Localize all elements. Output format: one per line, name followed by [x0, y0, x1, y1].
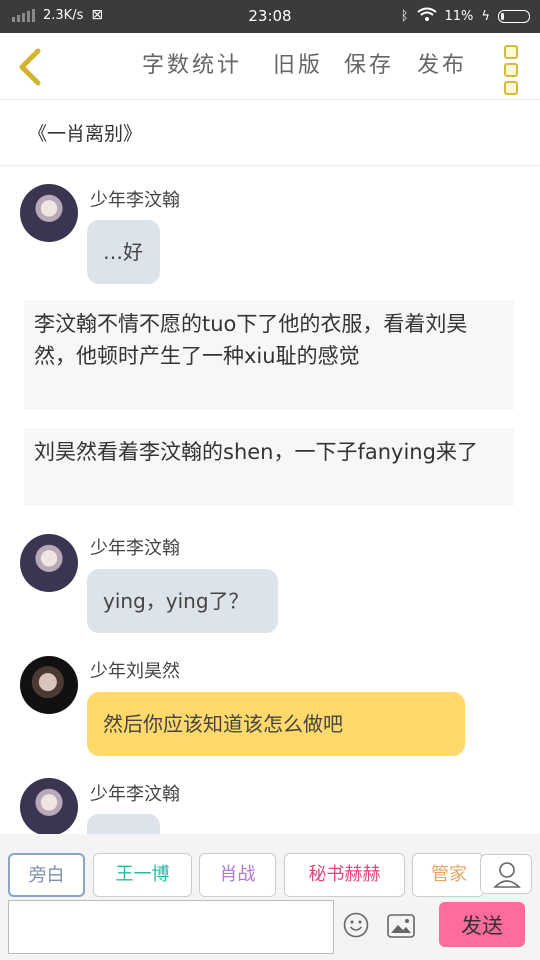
- wifi-icon: [416, 7, 437, 25]
- role-tab-secretary[interactable]: 秘书赫赫: [284, 853, 405, 897]
- user-icon: [493, 862, 521, 888]
- composer-row: 发送: [0, 900, 540, 960]
- battery-icon: [498, 9, 530, 23]
- back-arrow-icon[interactable]: [12, 47, 52, 87]
- message-bubble[interactable]: …好: [87, 220, 160, 284]
- message-input[interactable]: [8, 900, 334, 954]
- status-bar: 2.3K/s ⊠ 23:08 ᛒ 11% ϟ: [0, 0, 540, 33]
- speaker-name: 少年李汶翰: [90, 784, 180, 805]
- story-title-row[interactable]: 《一肖离别》: [0, 99, 540, 166]
- speaker-name: 少年李汶翰: [90, 190, 180, 211]
- speaker-name: 少年李汶翰: [90, 538, 180, 559]
- narration-block[interactable]: 刘昊然看着李汶翰的shen，一下子fanying来了: [24, 428, 514, 506]
- role-tab-butler[interactable]: 管家: [412, 853, 484, 897]
- image-icon[interactable]: [387, 914, 415, 938]
- role-tab-narrator[interactable]: 旁白: [8, 853, 85, 897]
- message-bubble[interactable]: ying，ying了？: [87, 569, 278, 633]
- charging-icon: ϟ: [481, 8, 490, 24]
- speaker-name: 少年刘昊然: [90, 661, 180, 682]
- avatar[interactable]: [20, 184, 78, 242]
- emoji-icon[interactable]: [343, 912, 369, 938]
- more-menu-icon[interactable]: [504, 45, 518, 95]
- top-toolbar: 字数统计 旧版 保存 发布: [0, 33, 540, 100]
- chat-area[interactable]: 少年李汶翰 …好 李汶翰不情不愿的tuo下了他的衣服，看着刘昊然，他顿时产生了一…: [0, 166, 540, 834]
- send-button[interactable]: 发送: [439, 902, 525, 947]
- bluetooth-icon: ᛒ: [400, 8, 409, 24]
- message-bubble[interactable]: 然后你应该知道该怎么做吧: [87, 692, 465, 756]
- avatar[interactable]: [20, 778, 78, 834]
- role-tab-wang-yibo[interactable]: 王一博: [93, 853, 192, 897]
- story-title: 《一肖离别》: [28, 123, 143, 145]
- narration-block[interactable]: 李汶翰不情不愿的tuo下了他的衣服，看着刘昊然，他顿时产生了一种xiu耻的感觉: [24, 300, 514, 410]
- save-button[interactable]: 保存: [344, 47, 394, 79]
- avatar[interactable]: [20, 656, 78, 714]
- role-tab-xiao-zhan[interactable]: 肖战: [199, 853, 276, 897]
- avatar[interactable]: [20, 534, 78, 592]
- old-version-button[interactable]: 旧版: [273, 47, 323, 79]
- publish-button[interactable]: 发布: [417, 47, 467, 79]
- battery-percent: 11%: [444, 8, 474, 24]
- add-role-button[interactable]: [480, 854, 532, 894]
- word-count-button[interactable]: 字数统计: [142, 47, 242, 79]
- message-bubble[interactable]: [87, 814, 160, 834]
- role-selector-bar: 旁白 王一博 肖战 秘书赫赫 管家: [0, 834, 540, 900]
